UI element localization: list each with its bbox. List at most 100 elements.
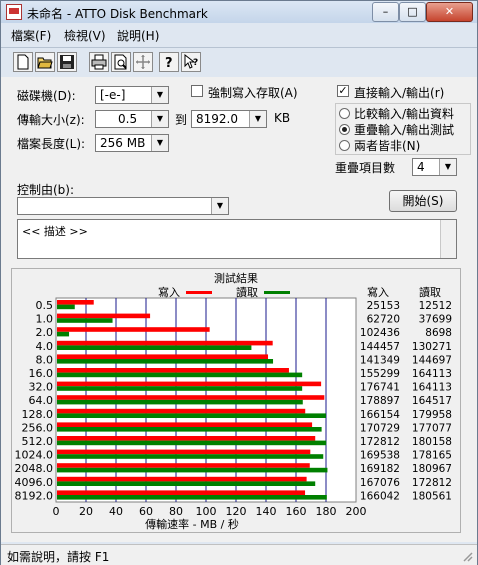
minimize-button[interactable]: – [372, 2, 399, 22]
transfer-size-label: 128.0 [22, 408, 54, 421]
controlled-by-select[interactable]: ▼ [17, 197, 229, 215]
queue-depth-label: 重疊項目數 [335, 161, 396, 175]
write-bar [57, 449, 311, 455]
file-length-select[interactable]: 256 MB ▼ [95, 134, 169, 152]
description-text: << 描述 >> [22, 225, 88, 238]
overlap-radio[interactable] [339, 124, 350, 135]
read-bar [57, 481, 316, 486]
chevron-down-icon[interactable]: ▼ [151, 135, 168, 151]
context-help-icon[interactable]: ? [181, 52, 201, 72]
open-icon[interactable] [35, 52, 55, 72]
start-button[interactable]: 開始(S) [389, 190, 457, 212]
chevron-down-icon[interactable]: ▼ [151, 87, 168, 103]
results-frame: 測試結果 寫入 讀取 寫入 讀取 0.5 1.0 2.0 4.0 8.0 16.0 32.0… [11, 268, 461, 533]
compare-label: 比較輸入/輸出資料 [354, 107, 455, 121]
transfer-size-label: 傳輸大小(z): [17, 113, 85, 127]
read-bar [57, 467, 328, 473]
write-bar [57, 368, 289, 373]
read-value: 8698 [425, 327, 452, 339]
write-bar [57, 463, 310, 468]
read-bar [57, 495, 327, 500]
x-tick-label: 0 [53, 505, 60, 518]
x-tick-label: 100 [196, 505, 217, 518]
menu-view[interactable]: 檢視(V) [64, 27, 106, 44]
file-length-value: 256 MB [100, 136, 146, 150]
write-bar [57, 436, 316, 441]
force-write-checkbox[interactable] [191, 85, 203, 97]
chevron-down-icon[interactable]: ▼ [439, 159, 456, 175]
overlap-label: 重疊輸入/輸出測試 [354, 123, 455, 137]
read-value: 178165 [412, 450, 452, 462]
x-tick-label: 40 [109, 505, 123, 518]
write-bar [57, 300, 94, 305]
drive-select[interactable]: [-e-] ▼ [95, 86, 169, 104]
transfer-size-label: 4096.0 [15, 476, 54, 489]
legend-write-swatch [186, 291, 212, 294]
x-tick-label: 20 [79, 505, 93, 518]
x-axis-label: 傳輸速率 - MB / 秒 [145, 517, 239, 531]
read-value: 144697 [412, 354, 452, 366]
toolbar: ? ? [1, 47, 477, 78]
app-window: 未命名 - ATTO Disk Benchmark – □ ✕ 檔案(F) 檢視… [0, 0, 478, 565]
read-value: 12512 [419, 300, 452, 312]
transfer-size-label: 0.5 [36, 299, 54, 312]
transfer-size-label: 1024.0 [15, 449, 54, 462]
help-icon[interactable]: ? [159, 52, 179, 72]
read-bar [57, 345, 252, 350]
write-bar [57, 422, 313, 427]
write-value: 141349 [360, 354, 400, 366]
write-bar [57, 381, 322, 387]
transfer-size-label: 8192.0 [15, 489, 54, 502]
transfer-size-label: 8.0 [36, 353, 54, 366]
transfer-from-value: 0.5 [118, 112, 138, 126]
settings-panel: 磁碟機(D): [-e-] ▼ 傳輸大小(z): 0.5 ▼ 到 8192.0 … [1, 77, 477, 542]
window-title: 未命名 - ATTO Disk Benchmark [27, 7, 208, 21]
save-icon[interactable] [57, 52, 77, 72]
new-icon[interactable] [13, 52, 33, 72]
description-scrollbar[interactable] [440, 220, 456, 258]
read-value: 164113 [412, 382, 452, 394]
transfer-size-label: 2048.0 [15, 462, 54, 475]
queue-depth-select[interactable]: 4 ▼ [412, 158, 457, 176]
read-bar [57, 386, 303, 391]
write-bar [57, 408, 306, 414]
resize-grip-icon[interactable] [461, 550, 473, 562]
x-tick-label: 180 [316, 505, 337, 518]
read-column-header: 讀取 [419, 285, 441, 299]
neither-radio[interactable] [339, 140, 350, 151]
close-button[interactable]: ✕ [426, 2, 473, 22]
direct-io-checkbox[interactable]: ✓ [337, 85, 349, 97]
move-icon[interactable] [133, 52, 153, 72]
write-value: 169182 [360, 463, 400, 475]
write-value: 169538 [360, 450, 400, 462]
chevron-down-icon[interactable]: ▼ [151, 111, 168, 127]
menu-help[interactable]: 說明(H) [117, 27, 159, 44]
app-icon [6, 4, 22, 20]
legend-write-label: 寫入 [158, 285, 180, 299]
write-value: 172812 [360, 436, 400, 448]
transfer-to-select[interactable]: 8192.0 ▼ [191, 110, 267, 128]
transfer-size-label: 256.0 [22, 421, 54, 434]
x-tick-label: 140 [256, 505, 277, 518]
read-bar [57, 372, 303, 378]
transfer-size-label: 2.0 [36, 326, 54, 339]
transfer-size-label: 1.0 [36, 313, 54, 326]
read-bar [57, 331, 70, 337]
read-value: 180561 [412, 490, 452, 502]
chevron-down-icon[interactable]: ▼ [249, 111, 266, 127]
print-icon[interactable] [89, 52, 109, 72]
chevron-down-icon[interactable]: ▼ [211, 198, 228, 214]
maximize-button[interactable]: □ [399, 2, 426, 22]
read-bar [57, 359, 274, 364]
read-bar [57, 399, 303, 405]
compare-radio[interactable] [339, 108, 350, 119]
description-field[interactable]: << 描述 >> [17, 219, 457, 259]
write-bar [57, 490, 306, 495]
print-preview-icon[interactable] [111, 52, 131, 72]
transfer-from-select[interactable]: 0.5 ▼ [95, 110, 169, 128]
read-value: 177077 [412, 422, 452, 434]
force-write-label: 強制寫入存取(A) [208, 86, 298, 100]
kb-label: KB [274, 111, 291, 125]
file-length-label: 檔案長度(L): [17, 137, 86, 151]
menu-file[interactable]: 檔案(F) [11, 27, 51, 44]
